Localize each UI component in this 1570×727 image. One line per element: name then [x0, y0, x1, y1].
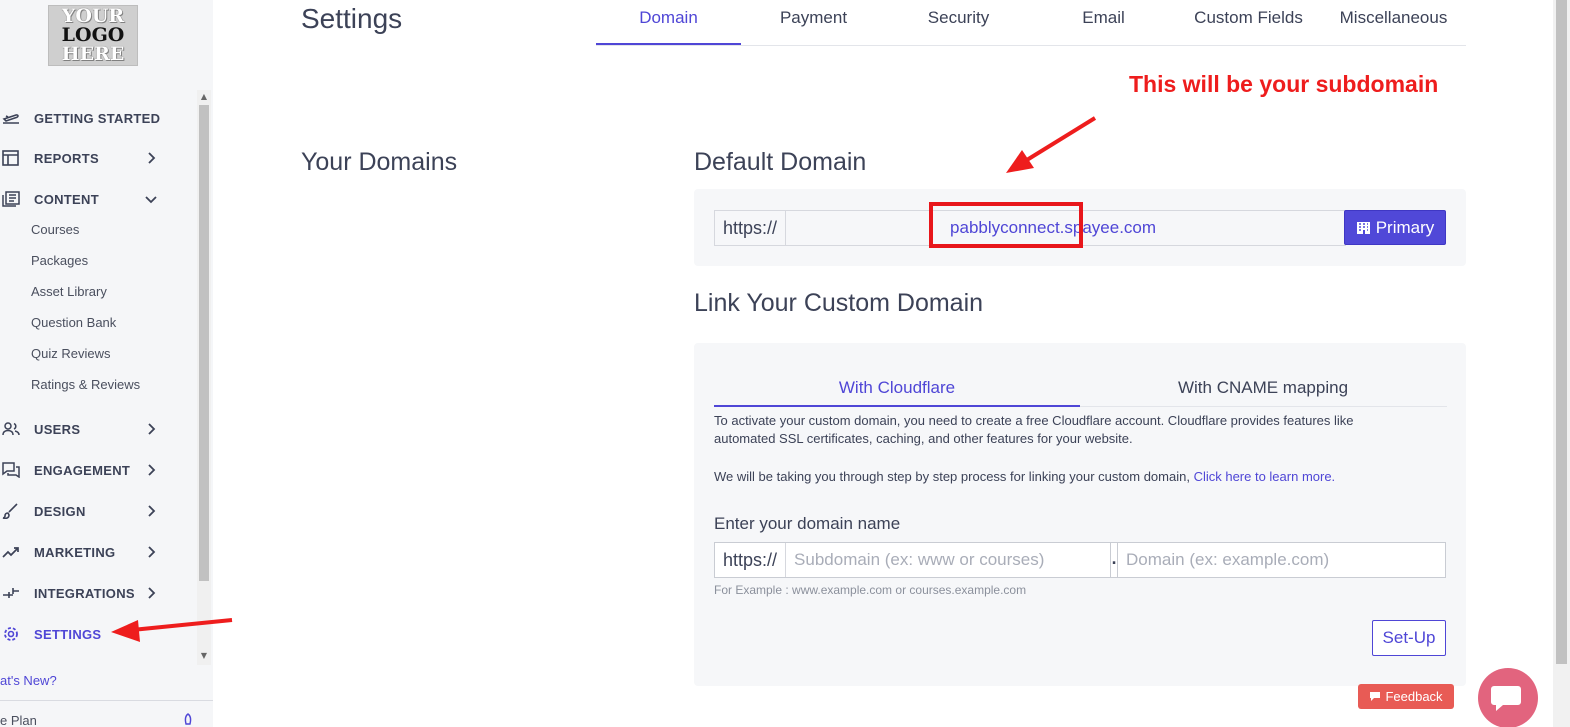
tab-email[interactable]: Email	[1031, 8, 1176, 28]
page-scrollbar-thumb[interactable]	[1556, 0, 1567, 664]
users-icon	[2, 422, 20, 436]
sidebar-item-label: DESIGN	[34, 503, 86, 519]
logo-line-3: HERE	[61, 43, 125, 65]
scroll-up-icon[interactable]: ▲	[199, 92, 209, 101]
feedback-icon	[1370, 692, 1381, 701]
chevron-down-icon	[145, 196, 157, 204]
subdomain-highlight-box	[929, 202, 1083, 248]
dot-separator: .	[1110, 543, 1119, 577]
sidebar-divider	[0, 700, 213, 701]
chevron-right-icon	[148, 505, 156, 517]
sidebar-item-engagement[interactable]: ENGAGEMENT	[0, 455, 195, 485]
sidebar-item-label: USERS	[34, 421, 81, 437]
sidebar-item-label: MARKETING	[34, 544, 116, 560]
setup-button[interactable]: Set-Up	[1372, 620, 1446, 656]
sidebar-item-label: GETTING STARTED	[34, 110, 161, 126]
sidebar: YOUR LOGO HERE GETTING STARTED REPORTS C…	[0, 0, 213, 727]
chevron-right-icon	[148, 423, 156, 435]
tab-security[interactable]: Security	[886, 8, 1031, 28]
sidebar-item-content[interactable]: CONTENT	[0, 184, 195, 214]
sidebar-scrollbar-thumb[interactable]	[199, 105, 209, 581]
building-icon	[1356, 221, 1370, 234]
cloudflare-description: To activate your custom domain, you need…	[714, 413, 1354, 446]
subdomain-input[interactable]	[786, 543, 1111, 577]
tab-domain[interactable]: Domain	[596, 8, 741, 28]
site-logo[interactable]: YOUR LOGO HERE	[48, 5, 138, 66]
sidebar-item-label: INTEGRATIONS	[34, 585, 135, 601]
content-library-icon	[2, 191, 20, 207]
custom-domain-tabs: With Cloudflare With CNAME mapping	[714, 367, 1447, 407]
sidebar-item-settings[interactable]: SETTINGS	[0, 619, 195, 649]
gear-icon	[4, 627, 18, 641]
sidebar-item-label: CONTENT	[34, 191, 99, 207]
primary-button-label: Primary	[1375, 217, 1435, 237]
process-text: We will be taking you through step by st…	[714, 469, 1194, 484]
tab-with-cloudflare[interactable]: With Cloudflare	[714, 378, 1080, 398]
tab-payment[interactable]: Payment	[741, 8, 886, 28]
subdomain-arrow-shaft	[1020, 116, 1097, 165]
chevron-right-icon	[148, 587, 156, 599]
table-icon	[2, 150, 19, 166]
primary-button[interactable]: Primary	[1344, 210, 1446, 245]
sidebar-item-marketing[interactable]: MARKETING	[0, 537, 195, 567]
chevron-right-icon	[148, 464, 156, 476]
custom-domain-title: Link Your Custom Domain	[694, 289, 984, 317]
sidebar-subitem-quiz-reviews[interactable]: Quiz Reviews	[31, 346, 110, 361]
tab-custom-fields[interactable]: Custom Fields	[1176, 8, 1321, 28]
your-domains-title: Your Domains	[301, 148, 458, 176]
sidebar-item-label: ENGAGEMENT	[34, 462, 131, 478]
process-description: We will be taking you through step by st…	[714, 468, 1414, 486]
active-tab-indicator	[596, 43, 741, 45]
chat-bubble-icon	[1491, 686, 1521, 711]
https-prefix: https://	[715, 543, 787, 577]
annotation-label: This will be your subdomain	[1129, 71, 1439, 97]
sidebar-subitem-ratings-reviews[interactable]: Ratings & Reviews	[31, 377, 140, 392]
example-hint: For Example : www.example.com or courses…	[714, 583, 1027, 597]
sidebar-item-users[interactable]: USERS	[0, 414, 195, 444]
active-inner-tab-indicator	[714, 405, 1080, 407]
learn-more-link[interactable]: Click here to learn more.	[1194, 469, 1336, 484]
plan-label[interactable]: e Plan	[0, 713, 37, 727]
whats-new-link[interactable]: at's New?	[0, 673, 57, 688]
sidebar-item-getting-started[interactable]: GETTING STARTED	[0, 103, 195, 133]
brush-icon	[2, 503, 18, 519]
default-domain-title: Default Domain	[694, 148, 867, 176]
settings-tabs: Domain Payment Security Email Custom Fie…	[596, 0, 1466, 46]
sidebar-item-label: REPORTS	[34, 150, 99, 166]
plug-icon	[3, 588, 19, 598]
page-title: Settings	[301, 3, 403, 34]
sidebar-subitem-courses[interactable]: Courses	[31, 222, 79, 237]
subdomain-arrow-head	[1006, 150, 1034, 173]
chevron-right-icon	[148, 152, 156, 164]
trending-up-icon	[2, 547, 19, 558]
sidebar-subitem-packages[interactable]: Packages	[31, 253, 88, 268]
scroll-down-icon[interactable]: ▼	[199, 651, 209, 660]
rocket-icon	[184, 713, 192, 725]
custom-domain-field: https:// .	[714, 542, 1446, 578]
https-prefix: https://	[715, 211, 787, 245]
feedback-label: Feedback	[1385, 689, 1443, 704]
sidebar-item-design[interactable]: DESIGN	[0, 496, 195, 526]
sidebar-subitem-asset-library[interactable]: Asset Library	[31, 284, 107, 299]
sidebar-item-reports[interactable]: REPORTS	[0, 143, 195, 173]
sidebar-item-integrations[interactable]: INTEGRATIONS	[0, 578, 195, 608]
sidebar-subitem-question-bank[interactable]: Question Bank	[31, 315, 116, 330]
tab-miscellaneous[interactable]: Miscellaneous	[1321, 8, 1466, 28]
chat-icon	[2, 462, 20, 478]
domain-name-label: Enter your domain name	[714, 514, 901, 533]
plane-takeoff-icon	[2, 114, 19, 124]
chat-widget-button[interactable]	[1478, 668, 1538, 727]
chevron-right-icon	[148, 546, 156, 558]
tab-with-cname[interactable]: With CNAME mapping	[1080, 378, 1446, 398]
feedback-button[interactable]: Feedback	[1358, 684, 1454, 709]
sidebar-item-label: SETTINGS	[34, 626, 102, 642]
domain-input[interactable]	[1118, 543, 1445, 577]
